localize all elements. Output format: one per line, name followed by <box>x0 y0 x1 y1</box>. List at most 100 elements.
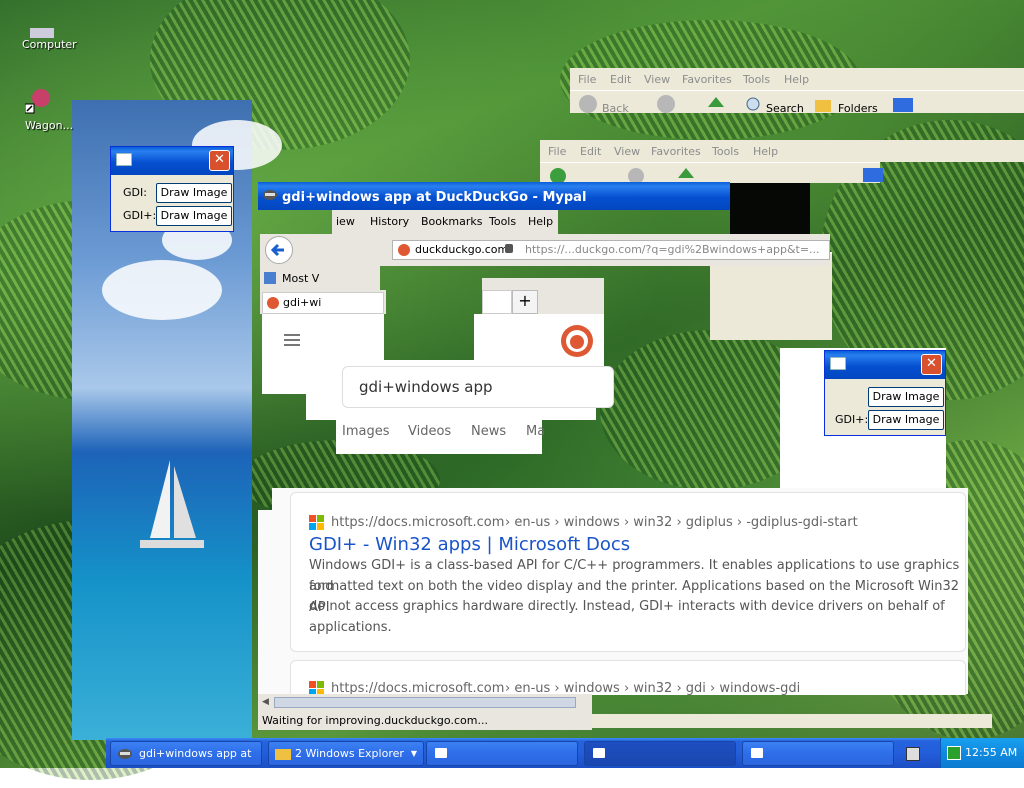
status-bar-fragment <box>592 714 992 728</box>
gdi-window-1-titlebar[interactable]: ✕ <box>111 147 233 175</box>
taskbar-button-window[interactable] <box>426 741 578 766</box>
back-button[interactable] <box>265 236 293 264</box>
tab-videos[interactable]: Videos <box>408 424 451 439</box>
tab-stub[interactable] <box>482 290 512 314</box>
browser-titlebar[interactable]: gdi+windows app at DuckDuckGo - Mypal <box>258 182 730 210</box>
gdi-window-2-titlebar[interactable]: ✕ <box>825 351 945 379</box>
menu-favorites[interactable]: Favorites <box>651 145 701 158</box>
menu-view[interactable]: View <box>614 145 640 158</box>
taskbar-button-window[interactable] <box>584 741 736 766</box>
taskbar-button-window[interactable] <box>742 741 894 766</box>
app-icon <box>116 153 132 166</box>
search-query: gdi+windows app <box>359 378 493 396</box>
tab-news[interactable]: News <box>471 424 506 439</box>
desktop-icon-wagon[interactable]: Wagon... <box>24 86 74 132</box>
address-bar[interactable]: duckduckgo.com https://...duckgo.com/?q=… <box>392 240 830 260</box>
desktop-icon-computer[interactable]: Computer <box>22 28 77 51</box>
browser-nav-bar: duckduckgo.com https://...duckgo.com/?q=… <box>260 234 830 266</box>
new-tab-button[interactable]: + <box>512 290 538 314</box>
back-icon[interactable] <box>578 94 598 114</box>
scroll-thumb[interactable] <box>274 697 576 708</box>
views-icon[interactable] <box>862 167 884 183</box>
menu-edit[interactable]: Edit <box>580 145 601 158</box>
duckduckgo-logo-icon[interactable] <box>560 324 594 358</box>
menu-edit[interactable]: Edit <box>610 73 631 86</box>
menu-help[interactable]: Help <box>753 145 778 158</box>
search-result: https://docs.microsoft.com › en-us › win… <box>290 660 966 696</box>
gdiplus-label: GDI+: <box>835 413 869 426</box>
menu-bookmarks[interactable]: Bookmarks <box>421 215 482 228</box>
menu-help[interactable]: Help <box>528 215 553 228</box>
search-input[interactable]: gdi+windows app <box>342 366 614 408</box>
back-button-label[interactable]: Back <box>602 102 629 112</box>
ddg-favicon <box>398 244 410 256</box>
menu-view[interactable]: iew <box>336 215 355 228</box>
menu-view[interactable]: View <box>644 73 670 86</box>
menu-file[interactable]: File <box>578 73 596 86</box>
taskbar-button-label: 2 Windows Explorer <box>295 747 404 760</box>
horizontal-scrollbar[interactable]: ◀ <box>258 694 592 710</box>
browser-left-edge <box>258 510 272 694</box>
gdiplus-draw-image-button[interactable]: Draw Image <box>868 410 944 430</box>
network-icon[interactable] <box>947 746 961 760</box>
computer-icon <box>30 28 54 38</box>
result-title[interactable]: GDI+ - Win32 apps | Microsoft Docs <box>309 534 630 555</box>
menu-file[interactable]: File <box>548 145 566 158</box>
close-button[interactable]: ✕ <box>921 354 942 375</box>
clock[interactable]: 12:55 AM <box>965 746 1017 759</box>
search-icon[interactable] <box>746 97 762 113</box>
result-url-host[interactable]: https://docs.microsoft.com <box>331 515 504 530</box>
tab-current[interactable]: gdi+wi <box>262 292 384 314</box>
views-icon[interactable] <box>892 97 914 113</box>
back-arrow-icon <box>270 243 284 257</box>
menu-tools[interactable]: Tools <box>712 145 739 158</box>
app-icon <box>830 357 846 370</box>
lock-icon <box>505 244 513 253</box>
up-folder-icon[interactable] <box>706 95 726 113</box>
folders-button-label[interactable]: Folders <box>838 102 878 112</box>
explorer-1-menubar: File Edit View Favorites Tools Help <box>570 68 1024 90</box>
chevron-down-icon: ▼ <box>410 749 417 758</box>
tab-maps[interactable]: Ma <box>526 424 545 439</box>
menu-favorites[interactable]: Favorites <box>682 73 732 86</box>
desktop-icon-label: Computer <box>22 38 77 51</box>
gdi-window-2: ✕ Draw Image GDI+: Draw Image <box>824 350 946 436</box>
keyboard-icon[interactable] <box>906 747 920 761</box>
scroll-left-icon[interactable]: ◀ <box>262 697 269 707</box>
system-tray: 12:55 AM <box>940 738 1024 768</box>
forward-icon[interactable] <box>656 94 676 114</box>
explorer-2-toolbar <box>540 162 883 184</box>
browser-tabstrip: gdi+wi <box>260 290 386 314</box>
menu-history[interactable]: History <box>370 215 409 228</box>
bookmark-most-visited[interactable]: Most V <box>282 272 319 285</box>
result-snippet-line: applications. <box>309 620 392 635</box>
menu-tools[interactable]: Tools <box>489 215 516 228</box>
raccoon-icon <box>118 749 132 759</box>
taskbar-button-browser[interactable]: gdi+windows app at ... <box>110 741 262 783</box>
microsoft-favicon <box>309 515 325 531</box>
search-button-label[interactable]: Search <box>766 102 804 112</box>
status-bar: Waiting for improving.duckduckgo.com... <box>258 710 592 730</box>
taskbar-button-label: gdi+windows app at ... <box>139 747 252 783</box>
gdi-draw-image-button[interactable]: Draw Image <box>156 183 232 203</box>
address-domain: duckduckgo.com <box>415 243 509 256</box>
gdi-window-1-client: GDI: GDI+: Draw Image Draw Image <box>111 175 233 231</box>
bookmarks-toolbar: Most V <box>260 266 380 290</box>
taskbar-button-explorer-group[interactable]: 2 Windows Explorer ▼ <box>268 741 424 766</box>
gdiplus-label: GDI+: <box>123 209 157 222</box>
close-button[interactable]: ✕ <box>209 150 230 171</box>
taskbar: gdi+windows app at ... 2 Windows Explore… <box>106 738 1024 783</box>
gdi-draw-image-button[interactable]: Draw Image <box>868 387 944 407</box>
menu-help[interactable]: Help <box>784 73 809 86</box>
explorer-1-toolbar: Back Search Folders <box>570 90 1024 113</box>
gdiplus-draw-image-button[interactable]: Draw Image <box>156 206 232 226</box>
status-text: Waiting for improving.duckduckgo.com... <box>262 714 488 727</box>
folders-icon[interactable] <box>814 97 832 113</box>
desktop-icon-label: Wagon... <box>25 119 74 132</box>
result-snippet-line: do not access graphics hardware directly… <box>309 599 945 614</box>
hamburger-menu-icon[interactable] <box>284 334 300 346</box>
menu-tools[interactable]: Tools <box>743 73 770 86</box>
tab-images[interactable]: Images <box>342 424 390 439</box>
ddg-favicon <box>267 297 279 309</box>
folder-icon <box>275 749 291 760</box>
